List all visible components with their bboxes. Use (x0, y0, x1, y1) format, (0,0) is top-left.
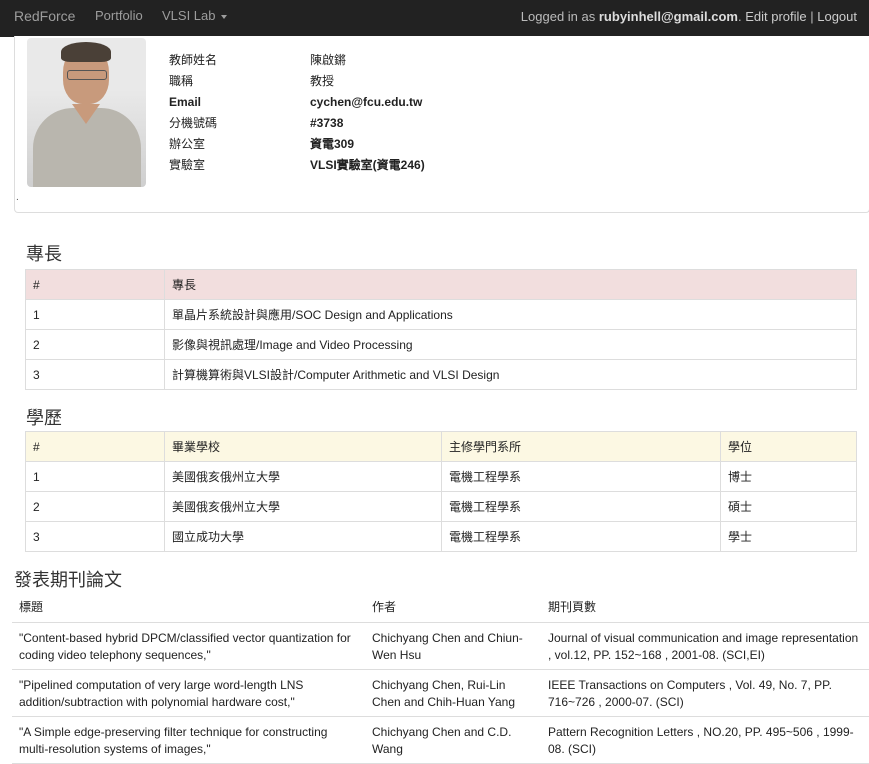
title-value: 教授 (310, 74, 335, 88)
education-heading: 學歷 (26, 408, 62, 428)
col-header: 標題 (12, 592, 365, 623)
email-label: Email (169, 95, 202, 109)
cell: Journal of visual communication and imag… (541, 622, 869, 670)
cell: 1 (25, 461, 165, 492)
col-header: # (25, 431, 165, 462)
cell: Chichyang Chen and Chiun-Wen Hsu (365, 622, 541, 670)
lab-label: 實驗室 (169, 158, 206, 172)
cell: 1 (25, 299, 165, 330)
col-header: 畢業學校 (164, 431, 442, 462)
cell: 美國俄亥俄州立大學 (164, 461, 442, 492)
cell: 3 (25, 359, 165, 390)
ext-value: #3738 (310, 116, 344, 130)
nav-vlsi-lab-label: VLSI Lab (162, 8, 216, 23)
cell: 3 (25, 521, 165, 552)
table-row: 1 美國俄亥俄州立大學 電機工程學系 博士 (25, 461, 857, 492)
nav-vlsi-lab-dropdown[interactable]: VLSI Lab (162, 8, 227, 23)
cell: 電機工程學系 (441, 461, 721, 492)
edit-profile-link[interactable]: Edit profile (745, 9, 806, 24)
logged-in-prefix: Logged in as (520, 9, 599, 24)
table-row: "Pipelined computation of very large wor… (12, 669, 869, 717)
col-header: 作者 (365, 592, 541, 623)
teacher-photo (27, 38, 146, 187)
cell: Chichyang Chen and C.D. Wang (365, 716, 541, 764)
email-value[interactable]: cychen@fcu.edu.tw (310, 92, 422, 113)
cell: 美國俄亥俄州立大學 (164, 491, 442, 522)
skills-table: # 專長 1 單晶片系統設計與應用/SOC Design and Applicat… (25, 269, 857, 390)
education-table: # 畢業學校 主修學門系所 學位 1 美國俄亥俄州立大學 電機工程學系 博士 2 美國俄… (25, 431, 857, 552)
top-navbar: RedForce Portfolio VLSI Lab Logged in as… (0, 0, 869, 37)
table-header-row: # 畢業學校 主修學門系所 學位 (25, 431, 857, 462)
table-row: "A Simple edge-preserving filter techniq… (12, 716, 869, 764)
table-row: 2 影像與視訊處理/Image and Video Processing (25, 329, 857, 360)
publications-table: 標題 作者 期刊頁數 "Content-based hybrid DPCM/cl… (12, 592, 869, 764)
name-label: 教師姓名 (169, 53, 218, 67)
stray-dot: . (16, 192, 19, 203)
cell: 電機工程學系 (441, 521, 721, 552)
logout-link[interactable]: Logout (817, 9, 857, 24)
nav-portfolio[interactable]: Portfolio (95, 8, 143, 23)
user-menu: Logged in as rubyinhell@gmail.com. Edit … (520, 9, 857, 24)
ext-label: 分機號碼 (169, 116, 218, 130)
cell: IEEE Transactions on Computers , Vol. 49… (541, 669, 869, 717)
cell: Chichyang Chen, Rui-Lin Chen and Chih-Hu… (365, 669, 541, 717)
cell: 計算機算術與VLSI設計/Computer Arithmetic and VLS… (164, 359, 857, 390)
photo-hair (61, 42, 111, 62)
office-label: 辦公室 (169, 137, 206, 151)
office-value: 資電309 (310, 137, 355, 151)
cell: 2 (25, 491, 165, 522)
cell: "Content-based hybrid DPCM/classified ve… (12, 622, 365, 670)
cell: 碩士 (720, 491, 857, 522)
cell: 學士 (720, 521, 857, 552)
skills-heading: 專長 (26, 244, 62, 264)
separator: | (806, 9, 818, 24)
brand-link[interactable]: RedForce (14, 8, 75, 24)
table-row: "Content-based hybrid DPCM/classified ve… (12, 622, 869, 670)
table-row: 1 單晶片系統設計與應用/SOC Design and Applications (25, 299, 857, 330)
user-email: rubyinhell@gmail.com (598, 9, 738, 24)
cell: 電機工程學系 (441, 491, 721, 522)
profile-card: 教師姓名 陳啟鏘 職稱 教授 Email cychen@fcu.edu.tw 分機號碼… (14, 36, 869, 213)
table-row: 2 美國俄亥俄州立大學 電機工程學系 碩士 (25, 491, 857, 522)
cell: 影像與視訊處理/Image and Video Processing (164, 329, 857, 360)
caret-down-icon (220, 14, 227, 19)
col-header: 學位 (720, 431, 857, 462)
cell: 博士 (720, 461, 857, 492)
cell: 單晶片系統設計與應用/SOC Design and Applications (164, 299, 857, 330)
cell: "A Simple edge-preserving filter techniq… (12, 716, 365, 764)
table-row: 3 計算機算術與VLSI設計/Computer Arithmetic and VL… (25, 359, 857, 390)
cell: Pattern Recognition Letters , NO.20, PP.… (541, 716, 869, 764)
table-header-row: # 專長 (25, 269, 857, 300)
col-header: 期刊頁數 (541, 592, 869, 623)
col-header: # (25, 269, 165, 300)
cell: "Pipelined computation of very large wor… (12, 669, 365, 717)
cell: 國立成功大學 (164, 521, 442, 552)
title-label: 職稱 (169, 74, 194, 88)
col-header: 主修學門系所 (441, 431, 721, 462)
table-row: 3 國立成功大學 電機工程學系 學士 (25, 521, 857, 552)
table-header-row: 標題 作者 期刊頁數 (12, 592, 869, 623)
name-value: 陳啟鏘 (310, 53, 347, 67)
lab-value: VLSI實驗室(資電246) (310, 158, 425, 172)
photo-glasses (67, 70, 107, 80)
publications-heading: 發表期刊論文 (14, 570, 122, 590)
col-header: 專長 (164, 269, 857, 300)
cell: 2 (25, 329, 165, 360)
